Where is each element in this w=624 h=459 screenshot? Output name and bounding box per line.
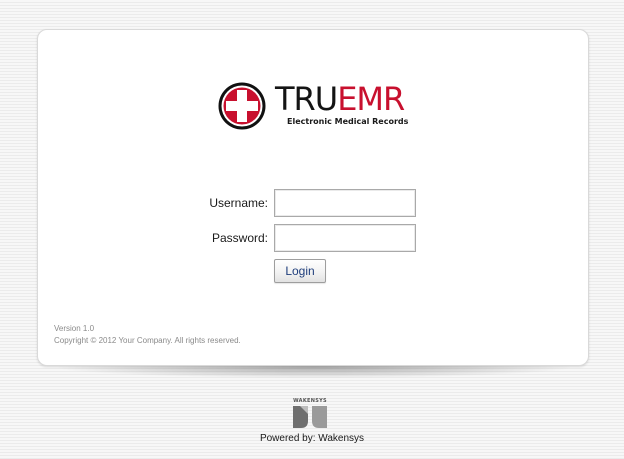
login-card: TRUEMR Electronic Medical Records Userna…	[37, 29, 589, 366]
password-label: Password:	[211, 231, 268, 245]
password-input[interactable]	[274, 224, 416, 252]
powered-by-text: Powered by: Wakensys	[259, 433, 365, 444]
logo-tagline: Electronic Medical Records	[287, 117, 409, 126]
logo-wordmark-tru: TRU	[275, 80, 338, 118]
wakensys-logo: WAKENSYS	[292, 398, 328, 430]
wakensys-logo-icon	[293, 406, 327, 428]
username-row: Username:	[188, 189, 568, 217]
medical-cross-icon	[218, 82, 266, 130]
logo-wordmark: TRUEMR	[275, 80, 405, 118]
truemr-logo: TRUEMR Electronic Medical Records	[217, 80, 413, 132]
password-row: Password:	[188, 224, 568, 252]
version-text: Version 1.0	[54, 324, 95, 333]
wakensys-logo-text: WAKENSYS	[293, 398, 327, 404]
username-input[interactable]	[274, 189, 416, 217]
login-button[interactable]: Login	[274, 259, 326, 283]
logo-wordmark-emr: EMR	[337, 80, 405, 118]
username-label: Username:	[209, 196, 268, 210]
copyright-text: Copyright © 2012 Your Company. All right…	[54, 336, 241, 345]
